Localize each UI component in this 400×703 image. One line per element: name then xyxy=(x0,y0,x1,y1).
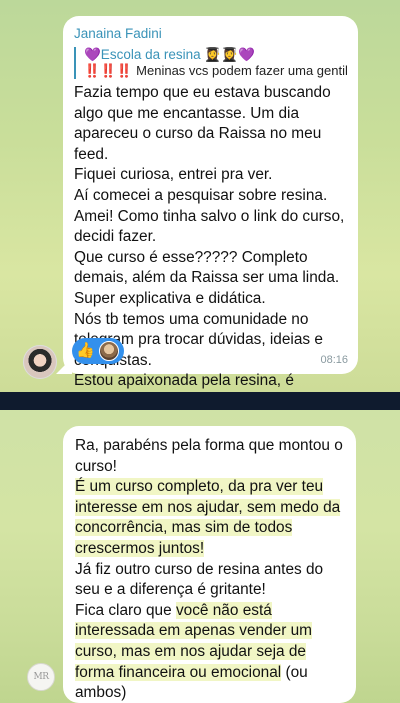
message-bubble[interactable]: Janaina Fadini 💜Escola da resina 👩‍🎓👩‍🎓💜… xyxy=(56,16,358,389)
thumbs-up-icon: 👍 xyxy=(76,342,95,359)
reactor-avatar xyxy=(98,341,119,361)
reply-title: 💜Escola da resina 👩‍🎓👩‍🎓💜 xyxy=(84,47,255,62)
reaction-chip[interactable]: 👍 xyxy=(72,338,124,364)
message-time: 08:16 xyxy=(320,354,348,366)
message-bubble-bottom[interactable]: Ra, parabéns pela forma que montou o cur… xyxy=(63,426,356,703)
message-part: Ra, parabéns pela forma que montou o cur… xyxy=(75,437,343,475)
sender-name[interactable]: Janaina Fadini xyxy=(74,26,348,42)
screenshot-divider xyxy=(0,392,400,410)
bubble-tail xyxy=(56,358,72,374)
chat-screenshot-top: Janaina Fadini 💜Escola da resina 👩‍🎓👩‍🎓💜… xyxy=(0,0,400,392)
mr-avatar[interactable]: MR xyxy=(27,663,55,691)
chat-screenshot-bottom: Ra, parabéns pela forma que montou o cur… xyxy=(0,410,400,703)
sender-avatar[interactable] xyxy=(23,345,57,379)
highlighted-text: É um curso completo, da pra ver teu inte… xyxy=(75,478,341,557)
reply-text: ‼️‼️‼️ Meninas vcs podem fazer uma genti… xyxy=(84,63,348,78)
message-text-bottom: Ra, parabéns pela forma que montou o cur… xyxy=(75,436,348,703)
reply-quote[interactable]: 💜Escola da resina 👩‍🎓👩‍🎓💜 ‼️‼️‼️ Meninas… xyxy=(74,47,348,79)
